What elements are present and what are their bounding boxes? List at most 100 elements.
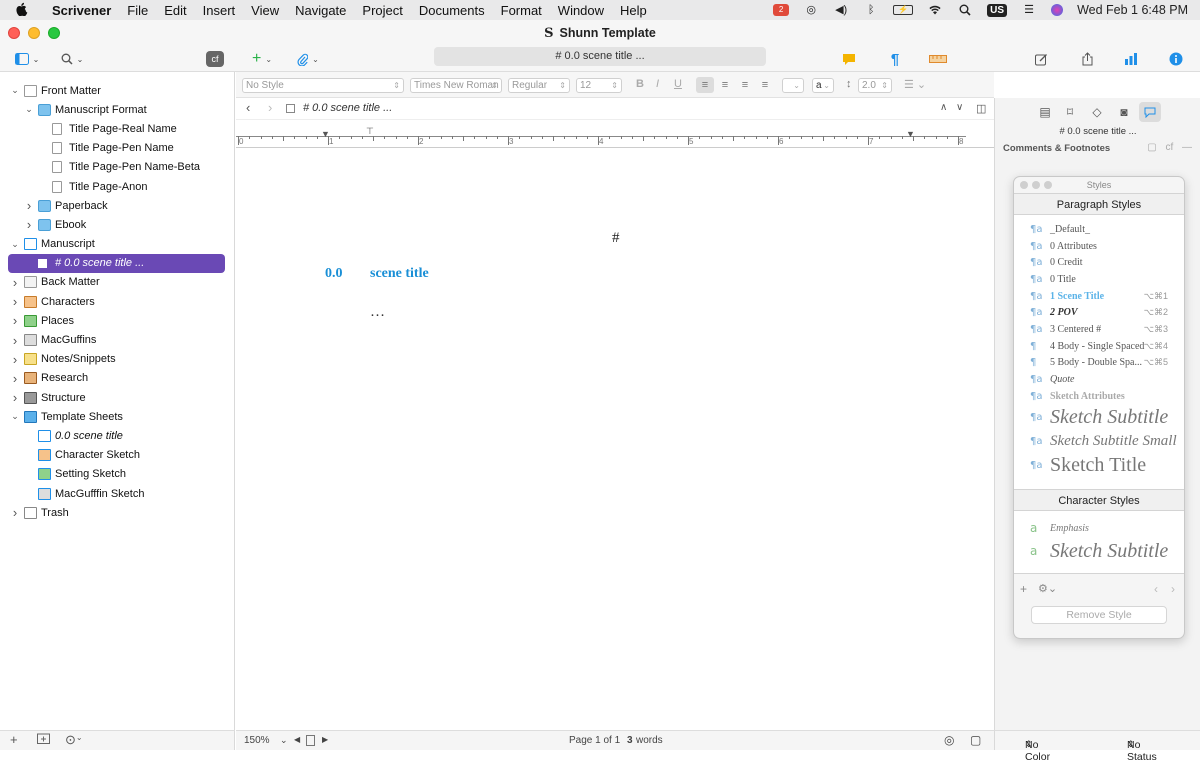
share-icon[interactable] [1078,49,1096,69]
highlight-color-select[interactable]: ⌄ [782,78,804,93]
compile-button[interactable]: cf [206,51,224,67]
paragraph-style-item[interactable]: ¶ 5 Body - Double Spa... ⌥⌘5 [1014,355,1184,372]
header-doc-title[interactable]: # 0.0 scene title ... [303,102,392,114]
spotlight-icon[interactable] [957,4,973,16]
zoom-window-button[interactable] [48,27,60,39]
paragraph-style-select[interactable]: No Style ⇕ [242,78,404,93]
airdrop-icon[interactable]: ◎ [803,4,819,16]
snapshots-tab-icon[interactable]: ◙ [1113,102,1135,122]
bold-button[interactable]: B [636,78,644,90]
binder-item[interactable]: › Ebook [0,215,234,234]
chevron-up-icon[interactable]: ∧ [940,102,947,113]
metadata-tab-icon[interactable]: ◇ [1086,102,1108,122]
paragraph-style-item[interactable]: ¶ 4 Body - Single Spaced ⌥⌘4 [1014,338,1184,355]
paragraph-style-item[interactable]: ¶a Sketch Subtitle Small [1014,431,1184,453]
comment-toggle-icon[interactable]: ▢ [970,733,981,747]
chevron-down-icon[interactable]: ∨ [956,102,963,113]
binder-item[interactable]: › Notes/Snippets [0,350,234,369]
dropbox-icon[interactable]: 2 [773,4,790,16]
panel-zoom-button[interactable] [1044,181,1052,189]
add-item-button[interactable]: + ⌄ [248,49,276,69]
binder-item[interactable]: 0.0 scene title [0,426,234,445]
chevron-right-icon[interactable]: › [24,217,34,232]
paragraph-style-item[interactable]: ¶a 0 Attributes [1014,238,1184,255]
add-icon[interactable]: + [10,732,18,747]
siri-icon[interactable] [1051,4,1064,16]
binder-item[interactable]: Character Sketch [0,446,234,465]
menu-file[interactable]: File [119,3,156,18]
apple-menu-icon[interactable] [0,2,44,19]
paragraph-style-item[interactable]: ¶a 1 Scene Title ⌥⌘1 [1014,288,1184,305]
comments-tab-icon[interactable] [1139,102,1161,122]
menubar-clock[interactable]: Wed Feb 1 6:48 PM [1077,3,1188,17]
font-weight-select[interactable]: Regular ⇕ [508,78,570,93]
menu-insert[interactable]: Insert [195,3,244,18]
align-right-button[interactable]: ≡ [736,77,754,93]
attach-button[interactable]: ⌄ [293,49,323,69]
chevron-down-icon[interactable]: ⌄ [10,411,20,422]
chevron-right-icon[interactable]: › [10,333,20,348]
search-button[interactable]: ⌄ [56,49,88,69]
list-style-button[interactable]: ☰ ⌄ [904,78,926,91]
add-folder-icon[interactable] [37,732,50,747]
bluetooth-icon[interactable]: ᛒ [863,4,879,16]
panel-minimize-button[interactable] [1032,181,1040,189]
menu-window[interactable]: Window [550,3,612,18]
menu-edit[interactable]: Edit [156,3,194,18]
binder-item[interactable]: Title Page-Real Name [0,119,234,138]
binder-item[interactable]: Title Page-Pen Name [0,139,234,158]
font-size-select[interactable]: 12 ⇕ [576,78,622,93]
paragraph-style-item[interactable]: ¶a 0 Title [1014,271,1184,288]
more-actions-icon[interactable]: ⊙ ⌄ [65,732,83,748]
minimize-window-button[interactable] [28,27,40,39]
remove-icon[interactable]: — [1182,142,1192,153]
add-comment-icon[interactable]: ▢ [1147,142,1156,153]
align-left-button[interactable]: ≡ [696,77,714,93]
next-page-icon[interactable]: ▶ [322,735,328,744]
notes-tab-icon[interactable]: ▤ [1034,102,1056,122]
document-path-field[interactable]: # 0.0 scene title ... [434,47,766,66]
previous-page-icon[interactable]: ◀ [294,735,300,744]
volume-icon[interactable]: ◀) [833,4,849,16]
panel-close-button[interactable] [1020,181,1028,189]
binder-item[interactable]: ⌄ Template Sheets [0,407,234,426]
font-family-select[interactable]: Times New Roman ⇕ [410,78,502,93]
statistics-icon[interactable] [1122,49,1140,69]
ruler-icon[interactable] [928,49,948,69]
battery-icon[interactable]: ⚡ [893,5,914,15]
chevron-down-icon[interactable]: ⌄ [10,85,20,96]
chevron-down-icon[interactable]: ⌄ [10,239,20,250]
paragraph-style-item[interactable]: ¶a Sketch Subtitle [1014,405,1184,431]
binder-item[interactable]: MacGufffin Sketch [0,484,234,503]
paragraph-style-item[interactable]: ¶a Sketch Attributes [1014,388,1184,405]
italic-button[interactable]: I [656,78,659,90]
menu-navigate[interactable]: Navigate [287,3,354,18]
paragraph-style-item[interactable]: ¶a 2 POV ⌥⌘2 [1014,304,1184,321]
chevron-right-icon[interactable]: › [10,505,20,520]
add-style-icon[interactable]: + [1020,582,1027,596]
menu-scrivener[interactable]: Scrivener [44,3,119,18]
align-center-button[interactable]: ≡ [716,77,734,93]
quick-reference-icon[interactable] [1032,49,1050,69]
paragraph-style-item[interactable]: ¶a 0 Credit [1014,254,1184,271]
character-style-item[interactable]: a Emphasis [1014,519,1184,537]
chevron-right-icon[interactable]: › [10,390,20,405]
back-arrow-icon[interactable]: ‹ [246,100,250,115]
chevron-right-icon[interactable]: › [10,275,20,290]
binder-item[interactable]: › Research [0,369,234,388]
chevron-down-icon[interactable]: ⌄ [24,104,34,115]
binder-item[interactable]: ⌄ Front Matter [0,81,234,100]
chevron-right-icon[interactable]: › [10,294,20,309]
control-center-icon[interactable]: ☰ [1021,4,1037,16]
target-icon[interactable]: ◎ [944,733,954,747]
remove-style-button[interactable]: Remove Style [1031,606,1167,624]
binder-item[interactable]: ⌄ Manuscript Format [0,100,234,119]
footnote-cf-label[interactable]: cf [1165,142,1173,153]
paragraph-style-item[interactable]: ¶a 3 Centered # ⌥⌘3 [1014,321,1184,338]
binder-item[interactable]: › Paperback [0,196,234,215]
ruler[interactable]: ▼ ⊤ ▼ 012345678 [236,120,994,148]
binder-item[interactable]: › Structure [0,388,234,407]
align-justify-button[interactable]: ≡ [756,77,774,93]
binder-item[interactable]: # 0.0 scene title ... [8,253,225,273]
gear-icon[interactable]: ⚙⌄ [1038,582,1057,595]
